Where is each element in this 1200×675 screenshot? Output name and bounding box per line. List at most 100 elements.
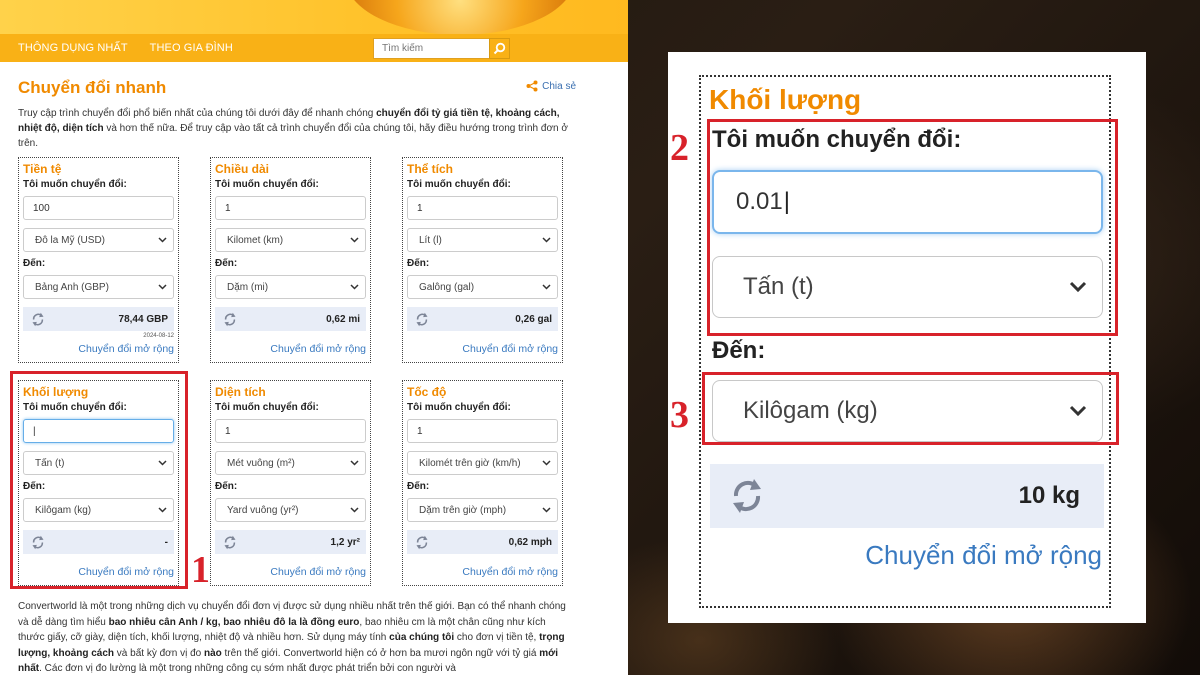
refresh-icon[interactable] [415,312,429,327]
to-unit-value: Yard vuông (yr²) [227,504,299,516]
card-title: Thể tích [407,162,454,176]
footer-text: Convertworld là một trong những dịch vụ … [18,599,568,675]
nav-link-by-family[interactable]: THEO GIA ĐÌNH [150,42,233,54]
chevron-down-icon [542,460,551,466]
card-title: Diện tích [215,385,266,399]
header-banner [0,0,628,34]
extended-conversion-link[interactable]: Chuyển đổi mở rộng [215,566,366,578]
result-box: 0,62 mph [407,530,558,554]
convert-to-label: Đến: [215,258,238,269]
share-link[interactable]: Chia sẻ [526,80,576,92]
result-value: 0,62 mi [326,313,360,325]
quantity-input[interactable]: 100 [23,196,174,220]
card-title: Tốc độ [407,385,447,399]
from-unit-value: Kilomét trên giờ (km/h) [419,457,521,469]
converter-title: Khối lượng [709,84,862,115]
result-box: 0,62 mi [215,307,366,331]
quantity-input[interactable]: 1 [407,419,558,443]
quantity-input[interactable]: 1 [215,196,366,220]
extended-conversion-link[interactable]: Chuyển đổi mở rộng [23,343,174,355]
converter-card: Tốc độ Tôi muốn chuyển đổi: 1 Kilomét trên … [402,380,563,586]
convert-to-label: Đến: [23,258,46,269]
refresh-icon[interactable] [31,312,45,327]
footer-part: . Các đơn vị đo lường là một trong những… [39,663,456,674]
search-icon [493,42,506,55]
intro-text: Truy cập trình chuyển đổi phổ biến nhất … [18,106,570,151]
result-box: 1,2 yr² [215,530,366,554]
refresh-icon[interactable] [415,535,429,550]
extended-conversion-link[interactable]: Chuyển đổi mở rộng [865,540,1102,571]
card-title: Tiền tệ [23,162,62,176]
converter-card: Tiền tệ Tôi muốn chuyển đổi: 100 Đô la Mỹ (… [18,157,179,363]
intro-part: Truy cập trình chuyển đổi phổ biến nhất … [18,108,377,119]
to-unit-select[interactable]: Galông (gal) [407,275,558,299]
converter-card: Chiều dài Tôi muốn chuyển đổi: 1 Kilomet (k… [210,157,371,363]
share-icon [526,80,538,92]
to-unit-select[interactable]: Dặm trên giờ (mph) [407,498,558,522]
from-unit-select[interactable]: Kilomet (km) [215,228,366,252]
nav-bar: THÔNG DỤNG NHẤT THEO GIA ĐÌNH [0,34,628,62]
to-unit-select[interactable]: Bảng Anh (GBP) [23,275,174,299]
chevron-down-icon [350,460,359,466]
share-label: Chia sẻ [542,80,576,92]
convert-from-label: Tôi muốn chuyển đổi: [215,179,319,190]
annotation-number-3: 3 [670,394,689,436]
rate-date [407,556,558,563]
result-value: 1,2 yr² [330,536,360,548]
result-box: 10 kg [710,464,1104,528]
footer-part: và bất kỳ đơn vị đo [114,647,204,659]
footer-bold: của chúng tôi [389,632,455,643]
refresh-icon[interactable] [730,477,764,515]
convert-to-label: Đến: [712,337,766,364]
to-unit-value: Dặm (mi) [227,281,269,293]
search-input[interactable] [374,39,488,58]
convert-from-label: Tôi muốn chuyển đổi: [23,179,127,190]
footer-part: trên thế giới. Convertworld hiện có ở hơ… [221,647,540,659]
from-unit-value: Đô la Mỹ (USD) [35,234,106,246]
result-value: 0,62 mph [508,536,552,548]
quantity-input[interactable]: 1 [215,419,366,443]
from-unit-select[interactable]: Kilomét trên giờ (km/h) [407,451,558,475]
convert-to-label: Đến: [407,481,430,492]
result-value: 0,26 gal [515,313,552,325]
from-unit-select[interactable]: Mét vuông (m²) [215,451,366,475]
converter-card: Thể tích Tôi muốn chuyển đổi: 1 Lít (l) Đến:… [402,157,563,363]
footer-bold: nào [203,647,222,659]
chevron-down-icon [350,507,359,513]
nav-link-most-used[interactable]: THÔNG DỤNG NHẤT [18,42,128,54]
extended-conversion-link[interactable]: Chuyển đổi mở rộng [407,343,558,355]
highlight-box-2 [707,119,1118,336]
to-unit-value: Galông (gal) [419,281,475,293]
to-unit-select[interactable]: Yard vuông (yr²) [215,498,366,522]
convert-from-label: Tôi muốn chuyển đổi: [215,402,319,413]
rate-date [407,333,558,340]
refresh-icon[interactable] [223,312,237,327]
from-unit-value: Kilomet (km) [227,234,284,246]
to-unit-value: Bảng Anh (GBP) [35,281,109,293]
chevron-down-icon [542,237,551,243]
highlight-box-3 [702,372,1119,445]
search-button[interactable] [489,38,510,59]
quantity-input[interactable]: 1 [407,196,558,220]
refresh-icon[interactable] [223,535,237,550]
highlight-box-1 [10,371,188,589]
from-unit-value: Mét vuông (m²) [227,457,295,469]
to-unit-select[interactable]: Dặm (mi) [215,275,366,299]
extended-conversion-link[interactable]: Chuyển đổi mở rộng [407,566,558,578]
result-value: 78,44 GBP [118,313,168,325]
card-title: Chiều dài [215,162,270,176]
chevron-down-icon [350,284,359,290]
chevron-down-icon [542,507,551,513]
from-unit-select[interactable]: Lít (l) [407,228,558,252]
result-box: 78,44 GBP [23,307,174,331]
page-title: Chuyển đổi nhanh [18,78,167,97]
converter-card: Diện tích Tôi muốn chuyển đổi: 1 Mét vuông … [210,380,371,586]
search-box [373,38,510,59]
extended-conversion-link[interactable]: Chuyển đổi mở rộng [215,343,366,355]
footer-bold: bao nhiêu cân Anh / kg, bao nhiêu đô la … [108,616,360,628]
chevron-down-icon [158,284,167,290]
rate-date [215,333,366,340]
convert-to-label: Đến: [215,481,238,492]
chevron-down-icon [158,237,167,243]
from-unit-select[interactable]: Đô la Mỹ (USD) [23,228,174,252]
